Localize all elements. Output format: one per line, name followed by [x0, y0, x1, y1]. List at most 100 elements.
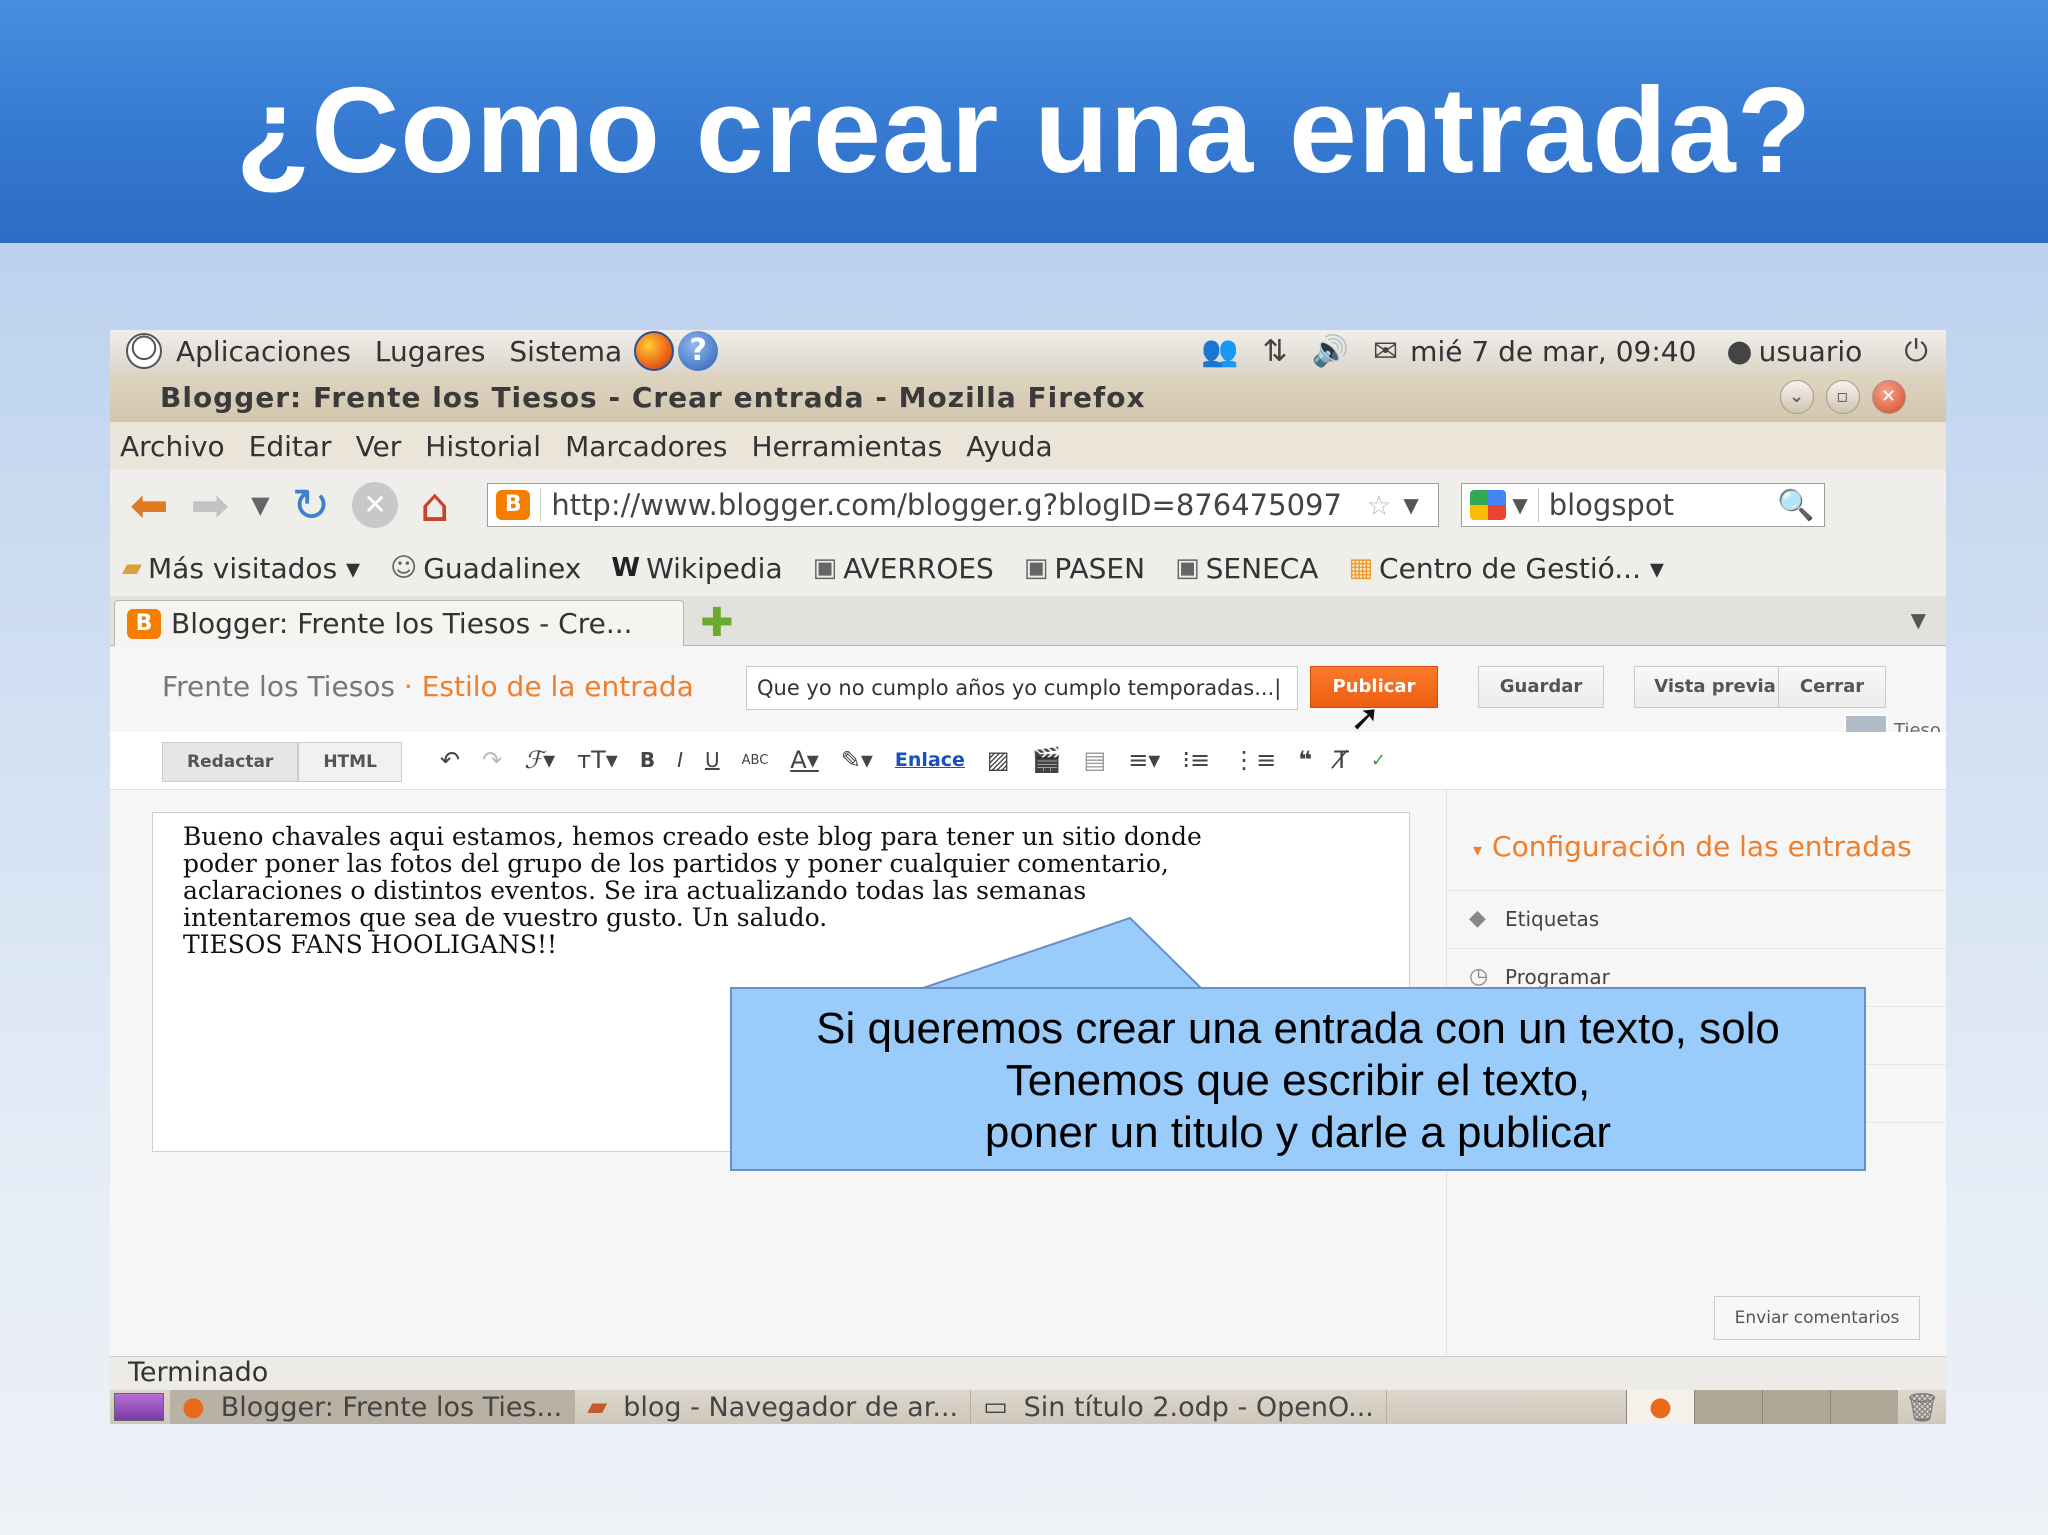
tab-label: Blogger: Frente los Tiesos - Cre...	[171, 607, 633, 640]
search-engine-dropdown-icon[interactable]: ▼	[1512, 493, 1527, 517]
volume-icon[interactable]: 🔊	[1312, 334, 1349, 369]
search-input[interactable]: blogspot	[1537, 488, 1777, 522]
bookmark-star-icon[interactable]: ☆	[1366, 489, 1391, 522]
workspace-2[interactable]	[1694, 1390, 1762, 1424]
url-text[interactable]: http://www.blogger.com/blogger.g?blogID=…	[540, 488, 1360, 522]
help-icon[interactable]: ?	[678, 331, 719, 371]
gnome-foot-icon[interactable]	[126, 333, 162, 369]
web-page-icon: ▣	[1023, 553, 1049, 583]
stop-icon[interactable]: ✕	[352, 482, 399, 528]
history-dropdown-icon[interactable]: ▼	[251, 491, 269, 519]
menu-marcadores[interactable]: Marcadores	[565, 430, 727, 463]
redo-icon[interactable]: ↷	[482, 746, 502, 774]
mail-icon[interactable]: ✉	[1373, 334, 1398, 369]
highlight-icon[interactable]: ✎▾	[841, 746, 873, 774]
menu-herramientas[interactable]: Herramientas	[751, 430, 942, 463]
bookmark-averroes[interactable]: ▣ AVERROES	[813, 552, 994, 585]
jump-break-icon[interactable]: ▤	[1084, 746, 1107, 774]
navigation-toolbar: ⬅ ➡ ▼ ↻ ✕ ⌂ B http://www.blogger.com/blo…	[110, 470, 1946, 540]
url-dropdown-icon[interactable]: ▼	[1403, 493, 1418, 517]
window-titlebar[interactable]: Blogger: Frente los Tiesos - Crear entra…	[110, 372, 1946, 422]
menu-archivo[interactable]: Archivo	[120, 430, 225, 463]
menu-ver[interactable]: Ver	[356, 430, 402, 463]
search-bar[interactable]: ▼ blogspot 🔍	[1461, 483, 1826, 527]
minimize-icon[interactable]: ⌄	[1780, 380, 1814, 414]
show-desktop-icon[interactable]	[114, 1393, 164, 1421]
preview-button[interactable]: Vista previa	[1634, 666, 1796, 708]
blog-name[interactable]: Frente los Tiesos	[162, 670, 395, 703]
clear-formatting-icon[interactable]: T̸	[1334, 746, 1349, 774]
workspace-1[interactable]: ●	[1626, 1390, 1694, 1424]
underline-icon[interactable]: U	[705, 748, 720, 772]
menu-aplicaciones[interactable]: Aplicaciones	[176, 335, 351, 368]
undo-icon[interactable]: ↶	[440, 746, 460, 774]
bookmark-centro-gestion[interactable]: ▦ Centro de Gestió... ▾	[1348, 552, 1663, 585]
menu-historial[interactable]: Historial	[425, 430, 541, 463]
callout-line-1: Si queremos crear una entrada con un tex…	[816, 1004, 1780, 1053]
save-button[interactable]: Guardar	[1478, 666, 1604, 708]
menu-ayuda[interactable]: Ayuda	[966, 430, 1053, 463]
home-icon[interactable]: ⌂	[420, 478, 449, 532]
network-icon[interactable]: ⇅	[1263, 334, 1288, 369]
back-arrow-icon[interactable]: ⬅	[130, 478, 169, 532]
tab-list-dropdown-icon[interactable]: ▼	[1911, 608, 1926, 632]
bookmark-pasen[interactable]: ▣ PASEN	[1024, 552, 1145, 585]
url-bar[interactable]: B http://www.blogger.com/blogger.g?blogI…	[487, 483, 1440, 527]
menu-sistema[interactable]: Sistema	[509, 335, 622, 368]
bookmark-guadalinex[interactable]: ☺ Guadalinex	[390, 552, 581, 585]
search-icon[interactable]: 🔍	[1777, 488, 1814, 523]
new-tab-plus-icon[interactable]: ✚	[700, 600, 734, 646]
tab-blogger[interactable]: B Blogger: Frente los Tiesos - Cre...	[114, 600, 684, 646]
font-size-icon[interactable]: тT▾	[577, 746, 618, 774]
maximize-icon[interactable]: ▫	[1826, 380, 1860, 414]
italic-icon[interactable]: I	[677, 748, 683, 772]
power-icon[interactable]: ⏻	[1904, 334, 1928, 369]
tab-html[interactable]: HTML	[298, 742, 402, 782]
close-icon[interactable]: ✕	[1872, 380, 1906, 414]
task-file-browser[interactable]: ▰ blog - Navegador de ar...	[575, 1390, 972, 1424]
workspace-3[interactable]	[1762, 1390, 1830, 1424]
video-icon[interactable]: 🎬	[1032, 746, 1062, 774]
sidebar-item-etiquetas[interactable]: ◆ Etiquetas	[1447, 890, 1946, 948]
clock[interactable]: mié 7 de mar, 09:40	[1410, 335, 1696, 368]
reload-icon[interactable]: ↻	[292, 478, 331, 532]
task-firefox[interactable]: ● Blogger: Frente los Ties...	[170, 1390, 576, 1424]
search-engine-icon[interactable]	[1470, 490, 1507, 520]
bookmark-mas-visitados[interactable]: ▰ Más visitados ▾	[122, 552, 360, 585]
forward-arrow-icon[interactable]: ➡	[191, 478, 230, 532]
close-button[interactable]: Cerrar	[1778, 666, 1886, 708]
tab-redactar[interactable]: Redactar	[162, 742, 299, 782]
bold-icon[interactable]: B	[640, 748, 655, 772]
trash-icon[interactable]: 🗑	[1898, 1391, 1946, 1424]
gnome-panel: Aplicaciones Lugares Sistema ? 👥 ⇅ 🔊 ✉ m…	[110, 330, 1946, 372]
folder-icon: ▰	[587, 1392, 608, 1422]
spellcheck-icon[interactable]: ✓	[1371, 750, 1386, 771]
firefox-launcher-icon[interactable]	[634, 331, 675, 371]
quote-icon[interactable]: ❝	[1298, 746, 1312, 774]
post-body-text[interactable]: Bueno chavales aqui estamos, hemos cread…	[183, 823, 1379, 958]
link-button[interactable]: Enlace	[895, 749, 965, 771]
taskbar: ● Blogger: Frente los Ties... ▰ blog - N…	[110, 1390, 1946, 1424]
user-name[interactable]: usuario	[1759, 335, 1863, 368]
users-icon[interactable]: 👥	[1201, 334, 1238, 369]
menu-editar[interactable]: Editar	[249, 430, 332, 463]
align-icon[interactable]: ≡▾	[1128, 746, 1160, 774]
text-color-icon[interactable]: A▾	[790, 746, 818, 774]
bookmark-wikipedia[interactable]: W Wikipedia	[611, 552, 782, 585]
bookmark-seneca[interactable]: ▣ SENECA	[1175, 552, 1318, 585]
web-page-icon: ▣	[812, 553, 838, 583]
menu-lugares[interactable]: Lugares	[375, 335, 486, 368]
status-text: Terminado	[128, 1357, 269, 1388]
numbered-list-icon[interactable]: ⁝≡	[1182, 746, 1210, 774]
workspace-4[interactable]	[1830, 1390, 1898, 1424]
bullet-list-icon[interactable]: ⋮≡	[1232, 746, 1276, 774]
send-feedback-button[interactable]: Enviar comentarios	[1714, 1296, 1920, 1340]
strikethrough-icon[interactable]: ABC	[742, 753, 769, 768]
post-settings-heading[interactable]: ▾ Configuración de las entradas	[1473, 830, 1912, 863]
font-family-icon[interactable]: ℱ▾	[524, 746, 555, 774]
image-icon[interactable]: ▨	[987, 746, 1010, 774]
post-title-input[interactable]: Que yo no cumplo años yo cumplo temporad…	[746, 666, 1298, 710]
task-impress[interactable]: ▭ Sin título 2.odp - OpenO...	[971, 1390, 1387, 1424]
user-status-icon: ●	[1726, 333, 1753, 369]
post-style-link[interactable]: Estilo de la entrada	[422, 670, 694, 703]
